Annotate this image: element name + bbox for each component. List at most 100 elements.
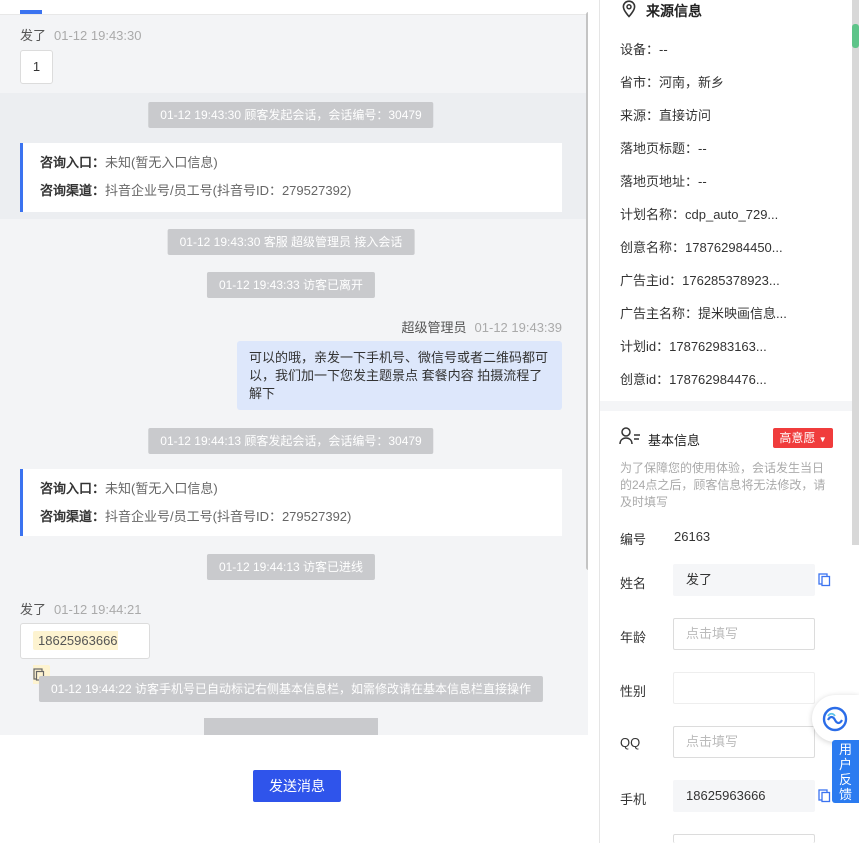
assistant-button[interactable] bbox=[812, 695, 859, 742]
consult-info-card: 咨询入口：未知(暂无入口信息) 咨询渠道：抖音企业号/员工号(抖音号ID：279… bbox=[20, 143, 562, 212]
source-info-title: 来源信息 bbox=[646, 3, 702, 19]
id-label: 编号 bbox=[620, 532, 647, 547]
row-label: 落地页标题： bbox=[620, 141, 699, 156]
message-time: 01-12 19:44:21 bbox=[54, 602, 142, 617]
system-notice: 01-12 19:44:22 访客手机号已自动标记右侧基本信息栏，如需修改请在基… bbox=[38, 676, 544, 702]
visitor-message-header: 发了 01-12 19:44:21 bbox=[20, 599, 141, 618]
section-separator bbox=[600, 401, 852, 411]
row-value: 提米映画信息... bbox=[698, 306, 787, 321]
copy-icon[interactable] bbox=[818, 573, 831, 590]
scroll-thumb[interactable] bbox=[852, 24, 859, 48]
source-row-advertiser-id: 广告主id：176285378923... bbox=[620, 270, 780, 289]
visitor-message-header: 发了 01-12 19:43:30 bbox=[20, 25, 141, 44]
gender-select[interactable] bbox=[673, 672, 815, 704]
sender-name: 超级管理员 bbox=[401, 320, 467, 335]
chat-scrollbar[interactable] bbox=[586, 12, 588, 570]
phone-label: 手机 bbox=[620, 792, 647, 807]
consult-info-card: 咨询入口：未知(暂无入口信息) 咨询渠道：抖音企业号/员工号(抖音号ID：279… bbox=[20, 469, 562, 536]
user-feedback-button[interactable]: 用户反馈 bbox=[832, 740, 859, 803]
location-pin-icon bbox=[621, 0, 637, 21]
assistant-logo-icon bbox=[822, 706, 848, 735]
row-value: -- bbox=[698, 174, 707, 189]
qq-input[interactable]: 点击填写 bbox=[673, 726, 815, 758]
source-row-plan-id: 计划id：178762983163... bbox=[620, 336, 767, 355]
age-label: 年龄 bbox=[620, 630, 647, 645]
source-row-source: 来源：直接访问 bbox=[620, 105, 711, 124]
source-row-landing-url: 落地页地址：-- bbox=[620, 171, 707, 190]
row-value: cdp_auto_729... bbox=[685, 207, 779, 222]
info-scrollbar[interactable] bbox=[852, 0, 859, 545]
source-row-plan-name: 计划名称：cdp_auto_729... bbox=[620, 204, 778, 223]
info-edit-notice: 为了保障您的使用体验，会话发生当日的24点之后，顾客信息将无法修改，请及时填写 bbox=[620, 461, 826, 509]
row-label: 创意名称： bbox=[620, 240, 686, 255]
row-label: 计划名称： bbox=[620, 207, 686, 222]
chat-panel: 发了 01-12 19:43:30 1 01-12 19:43:30 顾客发起会话… bbox=[0, 0, 588, 735]
row-value: 河南，新乡 bbox=[659, 75, 725, 90]
send-message-button[interactable]: 发送消息 bbox=[253, 770, 341, 802]
row-label: 设备： bbox=[620, 42, 660, 57]
entry-label: 咨询入口： bbox=[40, 155, 106, 170]
channel-label: 咨询渠道： bbox=[40, 509, 106, 524]
phone-field[interactable]: 18625963666 bbox=[673, 780, 815, 812]
system-notice: 01-12 19:43:30 顾客发起会话，会话编号：30479 bbox=[148, 102, 434, 128]
name-label: 姓名 bbox=[620, 576, 647, 591]
qq-label: QQ bbox=[620, 735, 641, 750]
row-label: 创意id： bbox=[620, 372, 670, 387]
next-field-partial[interactable] bbox=[673, 834, 815, 843]
source-row-creative-id: 创意id：178762984476... bbox=[620, 369, 767, 388]
visitor-message-bubble: 1 bbox=[20, 50, 53, 84]
row-value: 178762983163... bbox=[669, 339, 767, 354]
basic-info-title: 基本信息 bbox=[648, 433, 701, 448]
copy-icon[interactable] bbox=[818, 789, 831, 806]
agent-message-bubble: 可以的哦，亲发一下手机号、微信号或者二维码都可以，我们加一下您发主题景点 套餐内… bbox=[237, 341, 562, 410]
source-row-region: 省市：河南，新乡 bbox=[620, 72, 724, 91]
system-notice: 01-12 19:44:13 访客已进线 bbox=[206, 554, 376, 580]
user-info-icon bbox=[619, 427, 641, 448]
source-row-creative-name: 创意名称：178762984450... bbox=[620, 237, 783, 256]
row-label: 省市： bbox=[620, 75, 660, 90]
feedback-label: 用户反馈 bbox=[839, 742, 853, 802]
name-field[interactable]: 发了 bbox=[673, 564, 815, 596]
row-label: 广告主名称： bbox=[620, 306, 699, 321]
message-text: 可以的哦，亲发一下手机号、微信号或者二维码都可以，我们加一下您发主题景点 套餐内… bbox=[249, 350, 549, 401]
source-row-device: 设备：-- bbox=[620, 39, 668, 58]
message-text: 1 bbox=[32, 59, 41, 74]
row-value: 178762984450... bbox=[685, 240, 783, 255]
row-label: 广告主id： bbox=[620, 273, 683, 288]
row-label: 来源： bbox=[620, 108, 660, 123]
source-row-advertiser-name: 广告主名称：提米映画信息... bbox=[620, 303, 787, 322]
active-tab-indicator bbox=[20, 10, 42, 14]
row-value: 176285378923... bbox=[682, 273, 780, 288]
row-value: 178762984476... bbox=[669, 372, 767, 387]
system-notice: 01-12 19:43:30 客服 超级管理员 接入会话 bbox=[167, 229, 415, 255]
caret-down-icon: ▼ bbox=[818, 435, 827, 444]
agent-message-header: 超级管理员 01-12 19:43:39 bbox=[402, 317, 562, 336]
visitor-phone-bubble: 18625963666 bbox=[20, 623, 150, 684]
message-time: 01-12 19:43:39 bbox=[474, 320, 562, 335]
gender-label: 性别 bbox=[620, 684, 647, 699]
row-value: -- bbox=[698, 141, 707, 156]
row-value: -- bbox=[659, 42, 668, 57]
intent-dropdown[interactable]: 高意愿 ▼ bbox=[773, 428, 833, 448]
channel-label: 咨询渠道： bbox=[40, 183, 106, 198]
phone-text: 18625963666 bbox=[38, 633, 118, 648]
channel-value: 抖音企业号/员工号(抖音号ID：279527392) bbox=[105, 509, 352, 524]
row-label: 计划id： bbox=[620, 339, 670, 354]
entry-value: 未知(暂无入口信息) bbox=[105, 155, 218, 170]
system-notice: 01-12 19:44:13 顾客发起会话，会话编号：30479 bbox=[148, 428, 434, 454]
row-value: 直接访问 bbox=[659, 108, 712, 123]
message-time: 01-12 19:43:30 bbox=[54, 28, 142, 43]
system-notice: 01-12 19:43:33 访客已离开 bbox=[206, 272, 376, 298]
id-value: 26163 bbox=[674, 529, 711, 544]
entry-value: 未知(暂无入口信息) bbox=[105, 481, 218, 496]
age-input[interactable]: 点击填写 bbox=[673, 618, 815, 650]
chat-topbar bbox=[0, 0, 588, 15]
row-label: 落地页地址： bbox=[620, 174, 699, 189]
sender-name: 发了 bbox=[20, 602, 47, 617]
entry-label: 咨询入口： bbox=[40, 481, 106, 496]
channel-value: 抖音企业号/员工号(抖音号ID：279527392) bbox=[105, 183, 352, 198]
intent-label: 高意愿 bbox=[779, 431, 816, 445]
source-row-landing-title: 落地页标题：-- bbox=[620, 138, 707, 157]
sender-name: 发了 bbox=[20, 28, 47, 43]
system-notice-partial bbox=[204, 718, 378, 735]
